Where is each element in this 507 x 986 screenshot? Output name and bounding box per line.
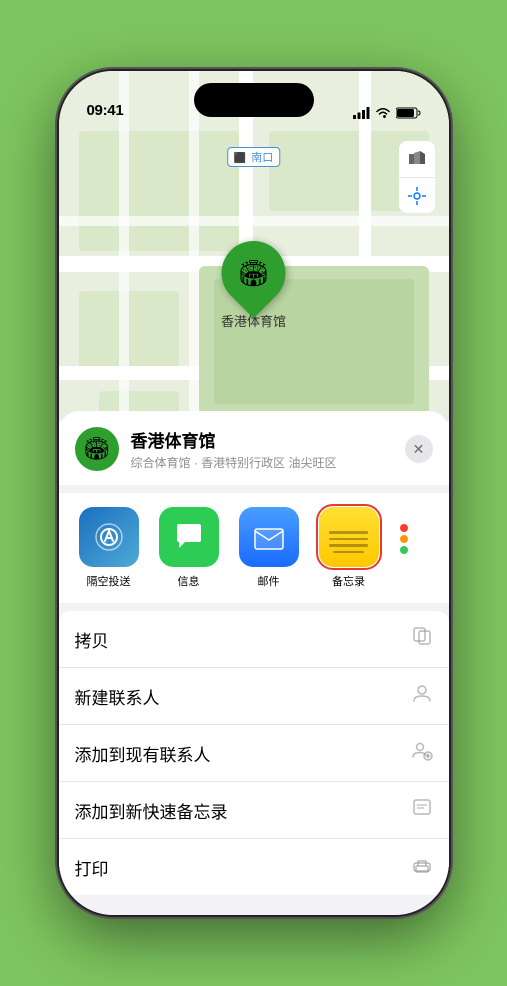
location-button[interactable] [399, 177, 435, 213]
mail-label: 邮件 [258, 573, 280, 589]
battery-icon [396, 107, 421, 119]
new-contact-icon [411, 682, 433, 710]
dot-red [400, 524, 408, 532]
bottom-sheet: 🏟 香港体育馆 综合体育馆 · 香港特别行政区 油尖旺区 ✕ [59, 411, 449, 915]
action-list: 拷贝 新建联系人 [59, 611, 449, 895]
wifi-icon [375, 107, 391, 119]
apps-row: 隔空投送 信息 [59, 493, 449, 603]
notes-label: 备忘录 [332, 573, 365, 589]
airdrop-label: 隔空投送 [87, 573, 131, 589]
add-note-icon [411, 796, 433, 824]
airdrop-icon [79, 507, 139, 567]
messages-icon [159, 507, 219, 567]
status-time: 09:41 [87, 102, 124, 119]
location-pin: 🏟 香港体育馆 [221, 241, 286, 330]
messages-label: 信息 [178, 573, 200, 589]
action-copy[interactable]: 拷贝 [59, 611, 449, 668]
dot-green [400, 546, 408, 554]
action-add-existing[interactable]: 添加到现有联系人 [59, 725, 449, 782]
phone-screen: 09:41 [59, 71, 449, 915]
pin-inner: 🏟 [237, 258, 270, 289]
map-label: ⬛ 南口 [227, 147, 281, 167]
location-name: 香港体育馆 [131, 427, 393, 452]
app-item-messages[interactable]: 信息 [149, 507, 229, 589]
more-button[interactable] [389, 507, 419, 589]
action-add-note[interactable]: 添加到新快速备忘录 [59, 782, 449, 839]
status-icons [353, 107, 421, 119]
phone-frame: 09:41 [59, 71, 449, 915]
pin-circle: 🏟 [208, 228, 299, 319]
notes-icon-wrapper [319, 507, 379, 567]
map-type-button[interactable] [399, 141, 435, 177]
action-new-contact[interactable]: 新建联系人 [59, 668, 449, 725]
signal-icon [353, 107, 370, 119]
dot-orange [400, 535, 408, 543]
copy-icon [411, 625, 433, 653]
close-button[interactable]: ✕ [405, 435, 433, 463]
app-item-notes[interactable]: 备忘录 [309, 507, 389, 589]
add-existing-icon [411, 739, 433, 767]
location-header: 🏟 香港体育馆 综合体育馆 · 香港特别行政区 油尖旺区 ✕ [59, 411, 449, 485]
more-dots [389, 509, 419, 569]
location-icon: 🏟 [75, 427, 119, 471]
app-item-mail[interactable]: 邮件 [229, 507, 309, 589]
mail-icon [239, 507, 299, 567]
map-controls [399, 141, 435, 213]
action-print[interactable]: 打印 [59, 839, 449, 895]
print-icon [411, 853, 433, 881]
app-item-airdrop[interactable]: 隔空投送 [69, 507, 149, 589]
location-subtitle: 综合体育馆 · 香港特别行政区 油尖旺区 [131, 454, 393, 471]
location-info: 香港体育馆 综合体育馆 · 香港特别行政区 油尖旺区 [131, 427, 393, 471]
dynamic-island [194, 83, 314, 117]
